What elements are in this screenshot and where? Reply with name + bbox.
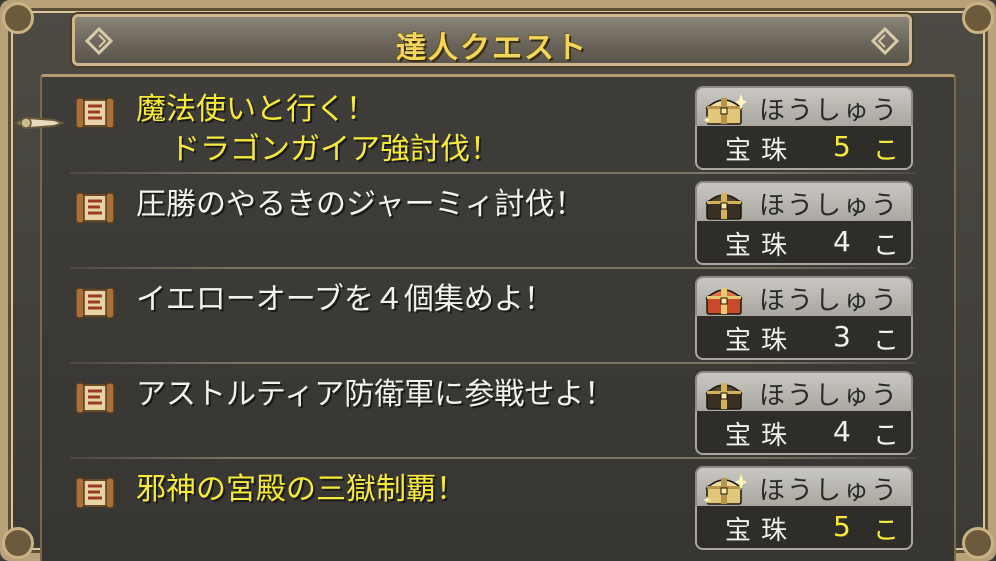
reward-item-name: 宝珠 [725, 136, 798, 166]
quest-row[interactable]: 魔法使いと行く！ ドラゴンガイア強討伐！ ほうしゅう 宝珠 5 こ [52, 80, 920, 174]
reward-box: ほうしゅう 宝珠 4 こ [695, 371, 913, 457]
corner-ornament [2, 527, 34, 559]
quest-scroll-icon [75, 192, 115, 224]
reward-detail: 宝珠 4 こ [695, 221, 913, 265]
reward-box: ほうしゅう 宝珠 5 こ [695, 86, 913, 172]
quest-name: イエローオーブを４個集めよ！ [136, 280, 554, 320]
quest-name: アストルティア防衛軍に参戦せよ！ [136, 375, 614, 415]
reward-label: ほうしゅう [759, 191, 900, 221]
treasure-chest-icon [703, 474, 747, 505]
treasure-chest-icon [705, 383, 743, 410]
quest-name: 圧勝のやるきのジャーミィ討伐！ [136, 185, 585, 225]
quest-name-line1: 魔法使いと行く！ [136, 92, 376, 127]
quest-name: 邪神の宮殿の三獄制覇！ [136, 470, 466, 510]
quest-row[interactable]: アストルティア防衛軍に参戦せよ！ ほうしゅう 宝珠 4 こ [52, 365, 920, 459]
reward-box: ほうしゅう 宝珠 5 こ [695, 466, 913, 552]
reward-box: ほうしゅう 宝珠 4 こ [695, 181, 913, 267]
treasure-chest-icon [705, 193, 743, 220]
reward-detail: 宝珠 4 こ [695, 411, 913, 455]
quest-row[interactable]: イエローオーブを４個集めよ！ ほうしゅう 宝珠 3 こ [52, 270, 920, 364]
reward-quantity: 5 [833, 510, 851, 543]
row-divider [70, 267, 916, 269]
reward-label: ほうしゅう [759, 96, 900, 126]
reward-item-name: 宝珠 [725, 516, 798, 546]
row-divider [70, 362, 916, 364]
reward-quantity: 4 [833, 225, 851, 258]
corner-ornament [962, 527, 994, 559]
reward-unit: こ [873, 516, 900, 546]
reward-quantity: 4 [833, 415, 851, 448]
reward-quantity: 3 [833, 320, 851, 353]
quest-scroll-icon [75, 477, 115, 509]
reward-unit: こ [873, 326, 900, 356]
title-bar: 達人クエスト [72, 14, 912, 66]
row-divider [70, 172, 916, 174]
corner-ornament [962, 2, 994, 34]
reward-box: ほうしゅう 宝珠 3 こ [695, 276, 913, 362]
reward-unit: こ [873, 421, 900, 451]
reward-quantity: 5 [833, 130, 851, 163]
reward-header: ほうしゅう [695, 466, 913, 508]
treasure-chest-icon [705, 288, 743, 315]
quest-row[interactable]: 邪神の宮殿の三獄制覇！ ほうしゅう 宝珠 5 こ [52, 460, 920, 554]
reward-header: ほうしゅう [695, 276, 913, 318]
reward-detail: 宝珠 5 こ [695, 126, 913, 170]
quest-name-line1: イエローオーブを４個集めよ！ [136, 282, 554, 317]
quest-name-line1: アストルティア防衛軍に参戦せよ！ [136, 377, 615, 412]
quest-name-line1: 邪神の宮殿の三獄制覇！ [136, 472, 466, 507]
quest-scroll-icon [75, 287, 115, 319]
reward-unit: こ [873, 231, 900, 261]
row-divider [70, 457, 916, 459]
quest-scroll-icon [75, 97, 115, 129]
swirl-ornament-icon [871, 27, 899, 55]
reward-detail: 宝珠 3 こ [695, 316, 913, 360]
reward-label: ほうしゅう [759, 476, 900, 506]
quest-scroll-icon [75, 382, 115, 414]
reward-header: ほうしゅう [695, 181, 913, 223]
reward-item-name: 宝珠 [725, 231, 798, 261]
reward-item-name: 宝珠 [725, 421, 798, 451]
reward-item-name: 宝珠 [725, 326, 798, 356]
reward-label: ほうしゅう [759, 381, 900, 411]
treasure-chest-icon [703, 94, 747, 125]
reward-label: ほうしゅう [759, 286, 900, 316]
reward-header: ほうしゅう [695, 371, 913, 413]
reward-header: ほうしゅう [695, 86, 913, 128]
quest-name-line2: ドラゴンガイア強討伐！ [170, 132, 500, 167]
quest-name-line1: 圧勝のやるきのジャーミィ討伐！ [136, 187, 585, 222]
quest-row[interactable]: 圧勝のやるきのジャーミィ討伐！ ほうしゅう 宝珠 4 こ [52, 175, 920, 269]
quest-name: 魔法使いと行く！ ドラゴンガイア強討伐！ [136, 90, 500, 170]
corner-ornament [2, 2, 34, 34]
reward-unit: こ [873, 136, 900, 166]
reward-detail: 宝珠 5 こ [695, 506, 913, 550]
page-title: 達人クエスト [396, 31, 588, 66]
